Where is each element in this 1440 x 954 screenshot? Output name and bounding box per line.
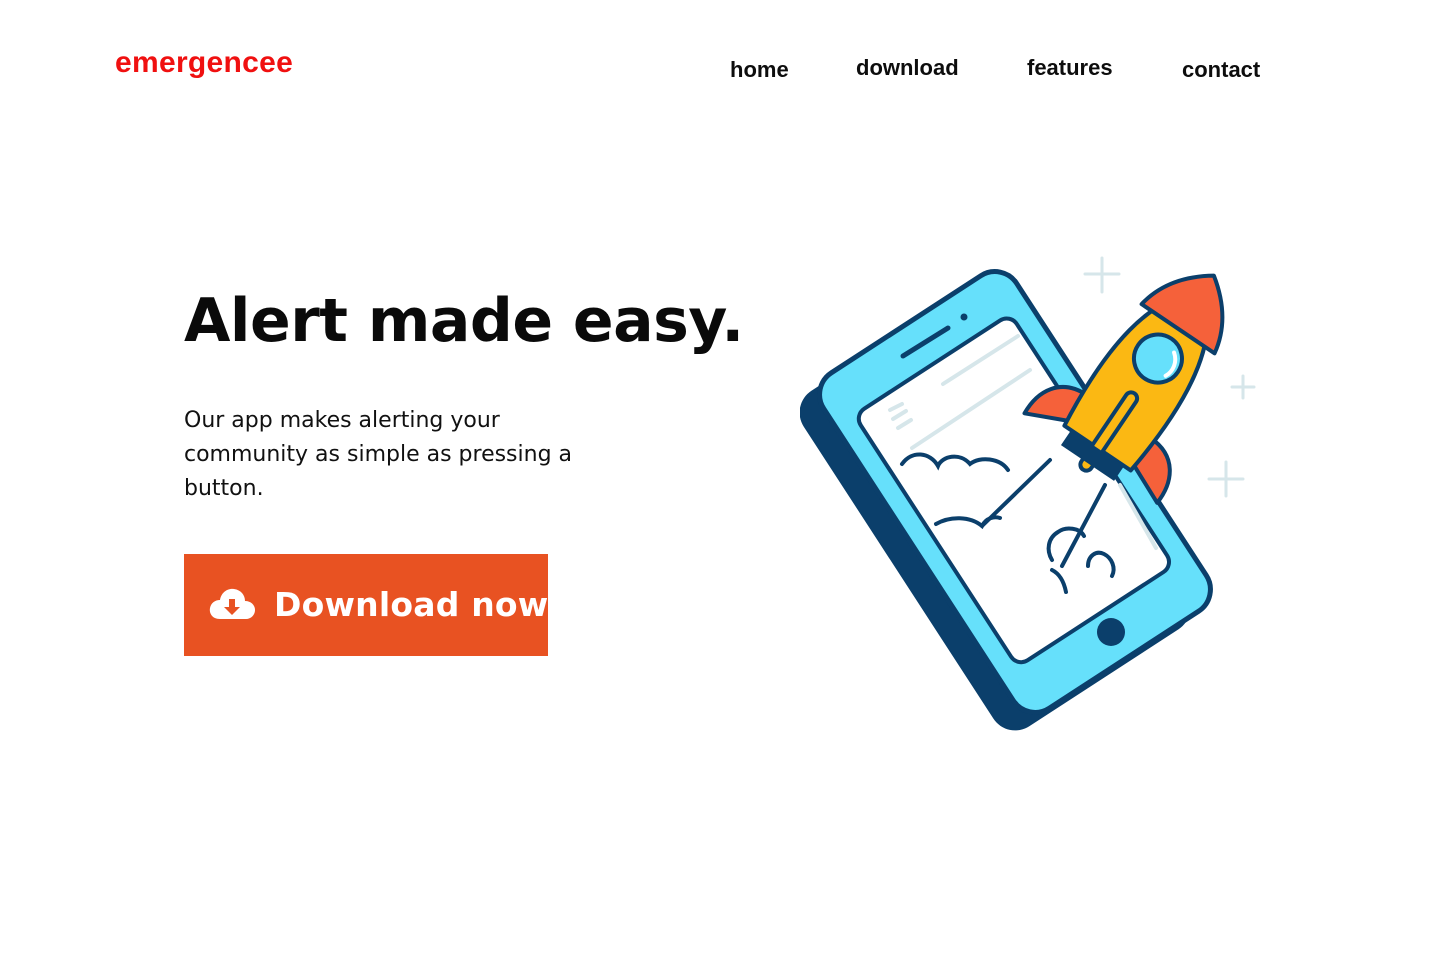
download-now-label: Download now — [274, 585, 549, 624]
nav-features-link[interactable]: features — [1027, 50, 1113, 86]
phone-rocket-illustration — [799, 230, 1270, 740]
nav-download-link[interactable]: download — [856, 50, 959, 86]
cloud-download-icon — [208, 585, 256, 625]
nav-contact-link[interactable]: contact — [1182, 52, 1260, 88]
main-nav: home download features contact — [0, 50, 1440, 90]
hero-description: Our app makes alerting your community as… — [184, 408, 573, 501]
hero-title: Alert made easy. — [184, 286, 744, 356]
download-now-button[interactable]: Download now — [184, 554, 548, 656]
nav-home-link[interactable]: home — [730, 52, 789, 88]
phone-rocket-svg — [799, 256, 1256, 731]
